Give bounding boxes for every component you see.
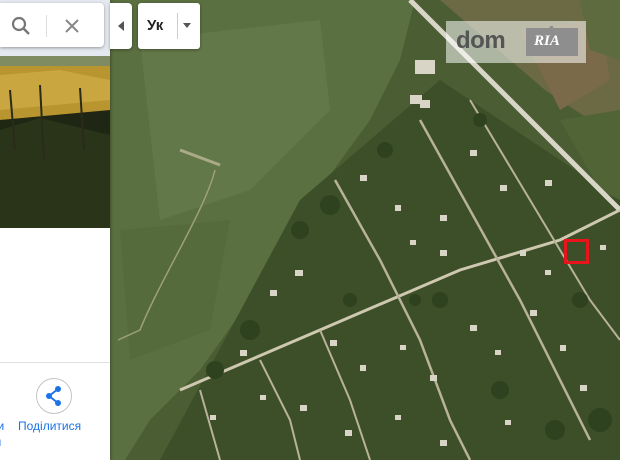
previous-action-label[interactable]: ти	[0, 419, 4, 433]
share-label[interactable]: Поділитися	[18, 419, 81, 433]
language-label: Ук	[147, 17, 164, 34]
info-panel: ти он Поділитися	[0, 0, 110, 460]
panel-divider	[0, 362, 110, 363]
property-location-marker	[564, 239, 589, 264]
chevron-left-icon	[118, 21, 124, 31]
close-icon[interactable]	[62, 16, 82, 36]
search-separator	[46, 15, 47, 37]
logo-ria-text: RIA	[534, 33, 560, 49]
chevron-down-icon	[183, 23, 191, 28]
language-separator	[177, 13, 178, 39]
share-button[interactable]	[36, 378, 72, 414]
search-icon[interactable]	[10, 15, 32, 37]
share-icon	[46, 386, 61, 406]
search-bar[interactable]	[0, 3, 104, 47]
logo-dom-text: dom	[456, 27, 506, 54]
language-select[interactable]: Ук	[138, 3, 200, 49]
collapse-panel-button[interactable]	[110, 3, 132, 49]
domria-logo: dom RIA	[446, 21, 586, 63]
previous-action-sublabel[interactable]: он	[0, 435, 1, 449]
